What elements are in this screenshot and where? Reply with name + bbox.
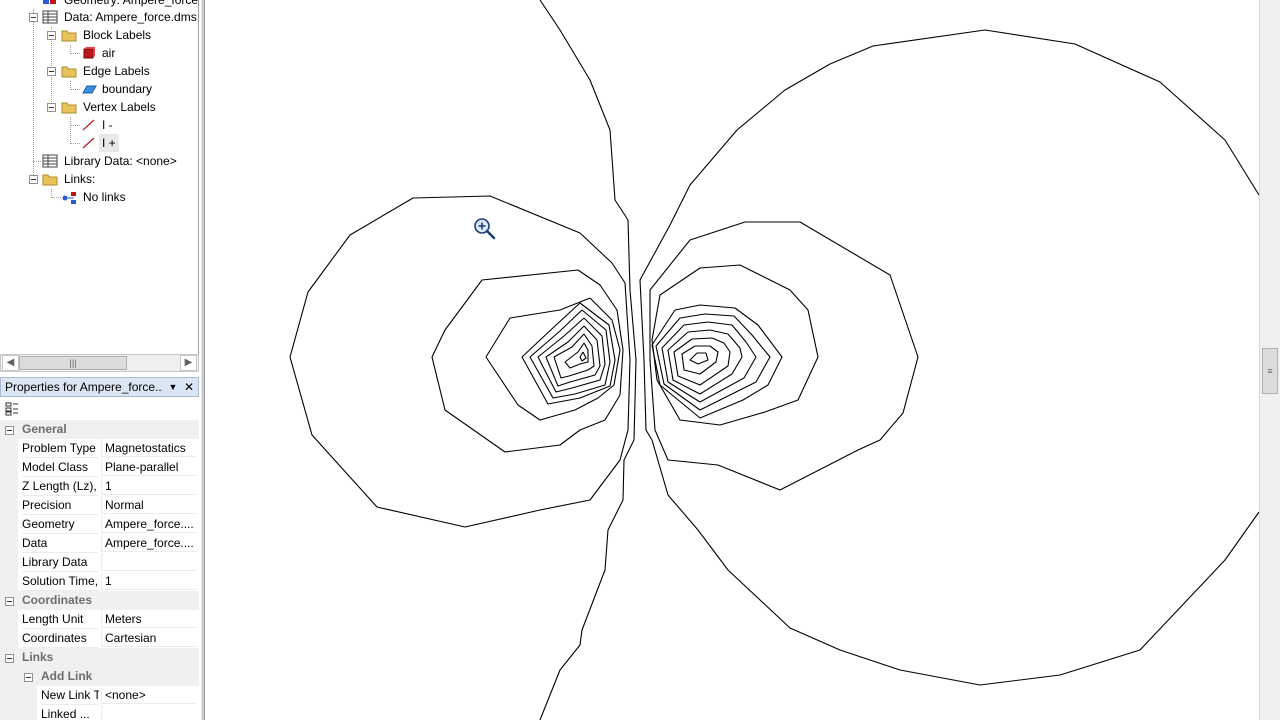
property-row[interactable]: Problem Type Magnetostatics [0, 439, 199, 458]
collapse-toggle[interactable] [47, 67, 56, 76]
contour-line [431, 269, 624, 453]
vertex-label-icon [82, 119, 95, 131]
tree-horizontal-scrollbar[interactable]: ◀ ||| ▶ [0, 354, 199, 372]
category-add-link[interactable]: Add Link [0, 667, 199, 686]
tree-item-boundary[interactable]: boundary [0, 80, 198, 98]
dropdown-arrow-icon[interactable]: ▼ [167, 379, 179, 395]
folder-icon [61, 102, 77, 114]
tree-item-links[interactable]: Links: [0, 170, 198, 188]
contour-line [639, 29, 1260, 686]
contour-line [649, 221, 919, 491]
folder-icon [61, 30, 77, 42]
properties-title: Properties for Ampere_force.... [5, 380, 163, 394]
category-coordinates[interactable]: Coordinates [0, 591, 199, 610]
categorized-view-icon[interactable] [5, 402, 19, 416]
property-row[interactable]: Coordinates Cartesian [0, 629, 199, 648]
geometry-icon [43, 0, 56, 4]
category-general[interactable]: General [0, 420, 199, 439]
property-grid[interactable]: General Problem Type Magnetostatics Mode… [0, 420, 199, 720]
contour-line [667, 329, 743, 395]
contour-line [681, 345, 719, 375]
properties-toolbar [0, 399, 199, 419]
contour-line [651, 264, 819, 426]
field-view-canvas[interactable] [205, 0, 1260, 721]
contour-line [689, 352, 709, 365]
property-row[interactable]: Geometry Ampere_force.... [0, 515, 199, 534]
collapse-toggle[interactable] [5, 426, 14, 435]
property-row[interactable]: Precision Normal [0, 496, 199, 515]
canvas-vertical-scrollbar[interactable]: ≡ [1259, 0, 1280, 720]
table-icon [42, 10, 58, 24]
property-row[interactable]: Z Length (Lz), m 1 [0, 477, 199, 496]
property-row[interactable]: Library Data [0, 553, 199, 572]
scroll-thumb[interactable]: ≡ [1262, 348, 1278, 394]
link-icon [62, 192, 76, 204]
tree-item-vertex-labels[interactable]: Vertex Labels [0, 98, 198, 116]
tree-item-data[interactable]: Data: Ampere_force.dms [0, 8, 198, 26]
block-label-icon [83, 47, 95, 59]
problem-tree[interactable]: Geometry: Ampere_force Data: Ampere_forc… [0, 0, 199, 354]
vertex-label-icon [82, 137, 95, 149]
contour-line [289, 195, 631, 528]
tree-item-no-links[interactable]: No links [0, 188, 198, 206]
table-icon [42, 154, 58, 168]
tree-item-edge-labels[interactable]: Edge Labels [0, 62, 198, 80]
contour-plot [289, 0, 1260, 721]
collapse-toggle[interactable] [5, 597, 14, 606]
left-pane: Geometry: Ampere_force Data: Ampere_forc… [0, 0, 201, 720]
tree-item-block-labels[interactable]: Block Labels [0, 26, 198, 44]
collapse-toggle[interactable] [47, 103, 56, 112]
scroll-right-button[interactable]: ▶ [180, 355, 197, 371]
property-row[interactable]: New Link Type <none> [0, 686, 199, 705]
tree-item-i-plus[interactable]: I + [0, 134, 198, 152]
collapse-toggle[interactable] [47, 31, 56, 40]
collapse-toggle[interactable] [24, 673, 33, 682]
zoom-in-cursor-icon [474, 218, 496, 240]
tree-item-i-minus[interactable]: I - [0, 116, 198, 134]
collapse-toggle[interactable] [5, 654, 14, 663]
property-row[interactable]: Solution Time, s 1 [0, 572, 199, 591]
tree-item-air[interactable]: air [0, 44, 198, 62]
edge-label-icon [82, 85, 97, 94]
property-row[interactable]: Data Ampere_force.... [0, 534, 199, 553]
properties-header: Properties for Ampere_force.... ▼ ✕ [0, 377, 199, 397]
property-row[interactable]: Linked ... [0, 705, 199, 720]
tree-item-library-data[interactable]: Library Data: <none> [0, 152, 198, 170]
scroll-thumb[interactable]: ||| [19, 356, 127, 370]
close-icon[interactable]: ✕ [182, 379, 196, 395]
collapse-toggle[interactable] [29, 175, 38, 184]
collapse-toggle[interactable] [29, 13, 38, 22]
contour-line [579, 351, 587, 362]
scroll-left-button[interactable]: ◀ [2, 355, 19, 371]
folder-icon [61, 66, 77, 78]
folder-icon [42, 174, 58, 186]
category-links[interactable]: Links [0, 648, 199, 667]
contour-line [485, 297, 621, 421]
property-row[interactable]: Model Class Plane-parallel [0, 458, 199, 477]
property-row[interactable]: Length Unit Meters [0, 610, 199, 629]
